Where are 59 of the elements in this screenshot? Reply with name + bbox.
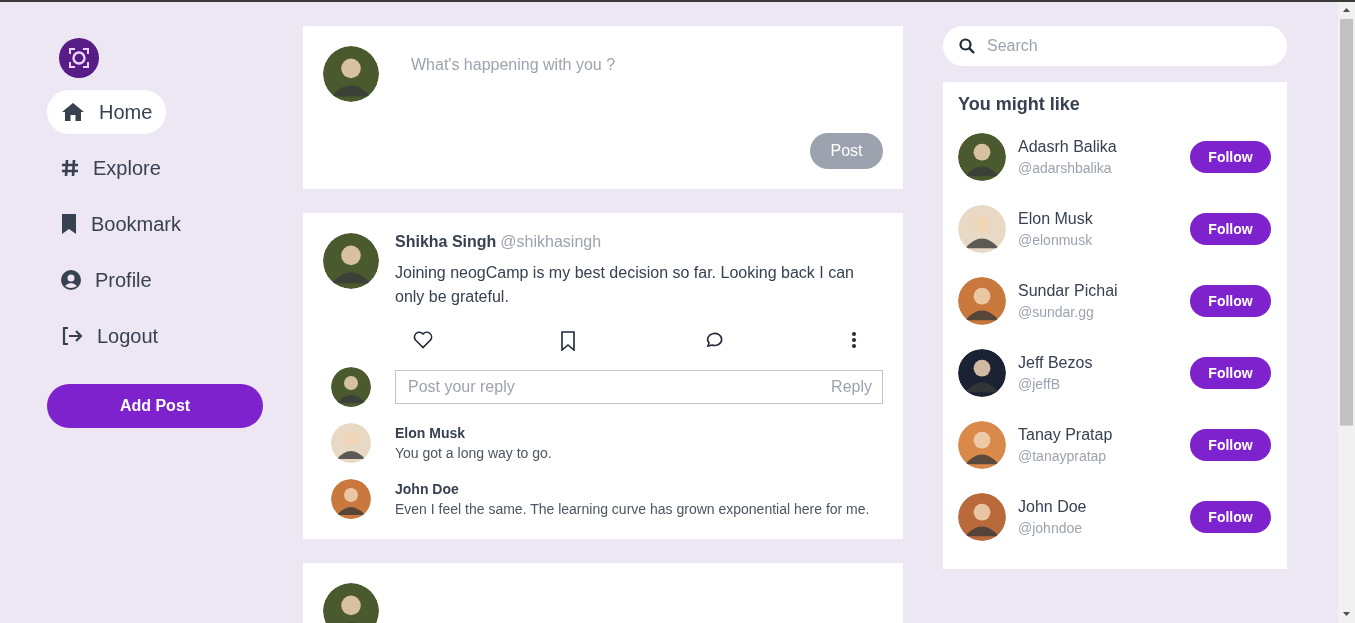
user-handle: @elonmusk	[1018, 232, 1094, 248]
bookmark-icon	[61, 213, 77, 235]
comment-text: You got a long way to go.	[395, 445, 552, 461]
follow-button[interactable]: Follow	[1190, 285, 1271, 317]
nav-item[interactable]: Logout	[47, 314, 173, 358]
search-icon	[959, 38, 975, 54]
more-icon[interactable]	[851, 331, 857, 351]
nav-item[interactable]: Explore	[47, 146, 175, 190]
follow-button[interactable]: Follow	[1190, 357, 1271, 389]
user-name: Tanay Pratap	[1018, 426, 1114, 444]
post-text: Joining neogCamp is my best decision so far. Looking back I can only be grateful.	[395, 263, 855, 307]
search-input[interactable]: Search	[985, 36, 1271, 56]
home-icon	[61, 102, 85, 122]
avatar-icon	[958, 349, 1006, 397]
avatar-icon	[331, 423, 371, 463]
avatar-icon	[958, 493, 1006, 541]
user-handle: @adarshbalika	[1018, 160, 1113, 176]
nav-item[interactable]: Profile	[47, 258, 166, 302]
avatar-icon	[323, 233, 379, 289]
avatar-icon	[958, 133, 1006, 181]
follow-button[interactable]: Follow	[1190, 141, 1271, 173]
hashtag-icon	[61, 159, 79, 177]
logout-icon	[61, 326, 83, 346]
user-icon	[61, 270, 81, 290]
user-handle: @johndoe	[1018, 520, 1084, 536]
avatar-icon	[331, 479, 371, 519]
avatar-icon	[323, 46, 379, 102]
add-post-button[interactable]: Add Post	[47, 384, 263, 428]
user-name: John Doe	[1018, 498, 1088, 516]
suggestions-title: You might like	[958, 94, 1081, 115]
user-name: Sundar Pichai	[1018, 282, 1119, 300]
nav-item[interactable]: Bookmark	[47, 202, 196, 246]
avatar-icon	[958, 421, 1006, 469]
user-handle: @jeffB	[1018, 376, 1061, 392]
follow-button[interactable]: Follow	[1190, 501, 1271, 533]
like-icon[interactable]	[413, 331, 433, 351]
scrollbar[interactable]	[1338, 2, 1355, 623]
author-name: Shikha Singh	[395, 233, 497, 250]
nav-item[interactable]: Home	[47, 90, 167, 134]
follow-button[interactable]: Follow	[1190, 213, 1271, 245]
comment-author: Elon Musk	[395, 425, 466, 441]
camera-logo-icon[interactable]	[59, 38, 99, 78]
user-name: Adasrh Balika	[1018, 138, 1118, 156]
user-name: Jeff Bezos	[1018, 354, 1094, 372]
user-handle: @sundar.gg	[1018, 304, 1095, 320]
comment-text: Even I feel the same. The learning curve has grown exponential here for me.	[395, 501, 870, 517]
post-input[interactable]: What's happening with you ?	[411, 46, 883, 133]
follow-button[interactable]: Follow	[1190, 429, 1271, 461]
comment-author: John Doe	[395, 481, 460, 497]
author-handle: @shikhasingh	[500, 233, 602, 250]
avatar-icon	[958, 277, 1006, 325]
user-handle: @tanaypratap	[1018, 448, 1108, 464]
reply-input[interactable]: Post your reply	[406, 377, 832, 397]
avatar-icon	[331, 367, 371, 407]
avatar-icon	[958, 205, 1006, 253]
avatar-icon	[323, 583, 379, 623]
search-field[interactable]: Search	[943, 26, 1287, 66]
user-name: Elon Musk	[1018, 210, 1094, 228]
bookmark-icon[interactable]	[560, 331, 577, 351]
